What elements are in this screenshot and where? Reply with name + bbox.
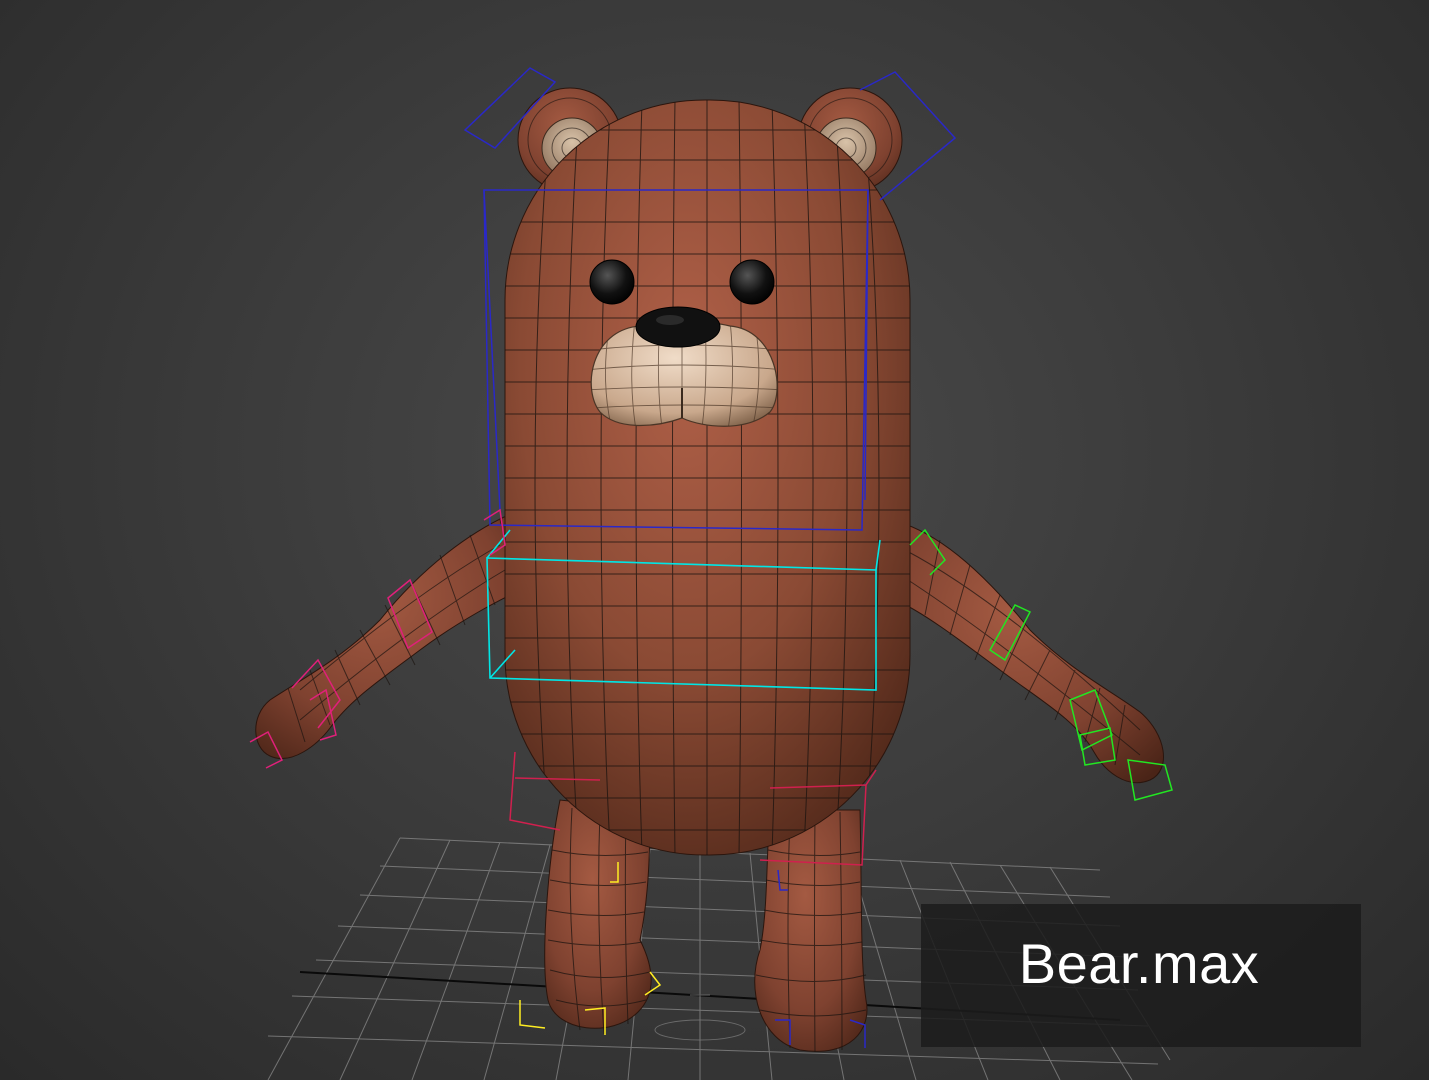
- file-name-label: Bear.max: [1018, 932, 1260, 995]
- bear-body: [504, 99, 911, 856]
- nose: [635, 306, 721, 348]
- file-name-overlay: Bear.max: [921, 904, 1361, 1047]
